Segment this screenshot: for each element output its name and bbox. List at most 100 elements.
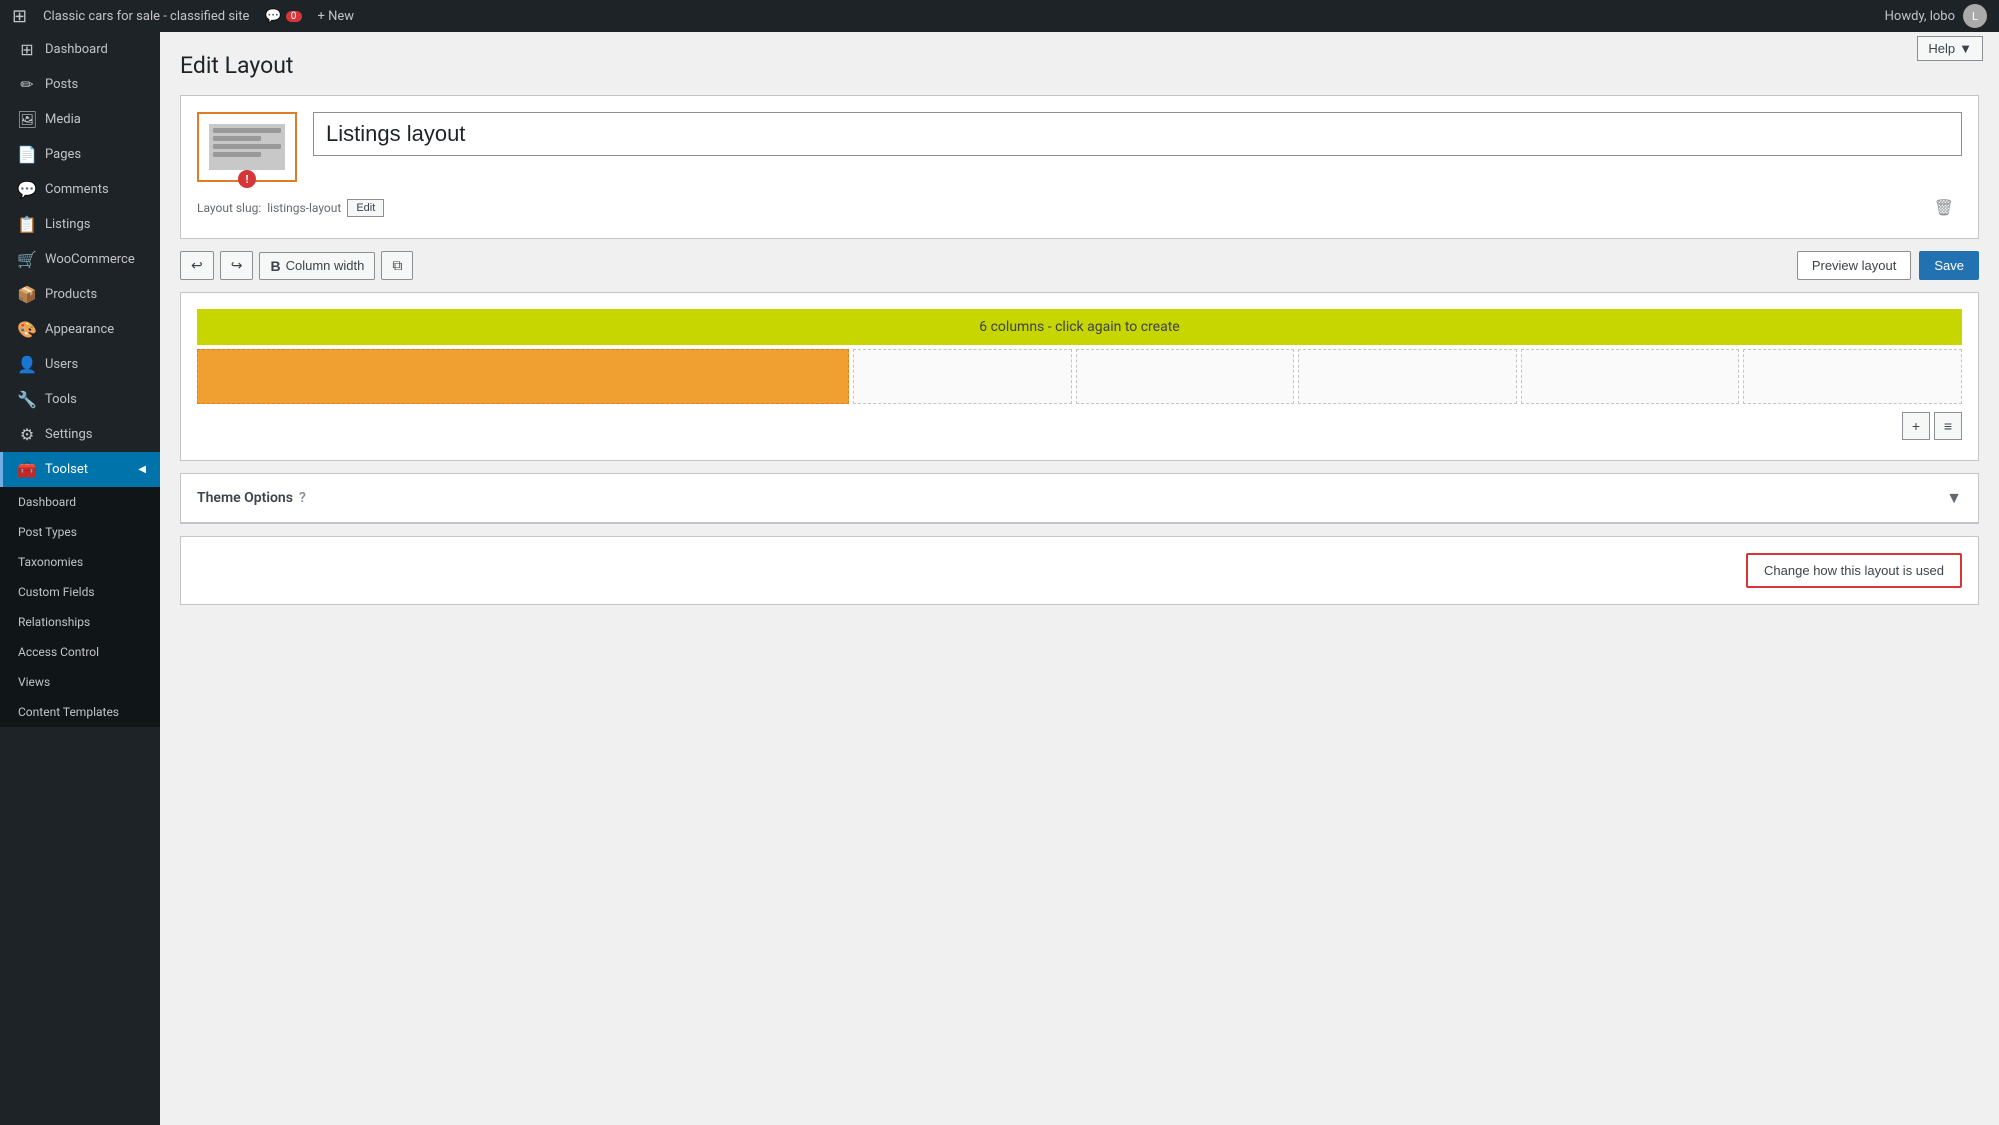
- sidebar-item-pages[interactable]: 📄 Pages: [0, 137, 160, 172]
- toolset-arrow-icon: ◀: [138, 464, 146, 475]
- toolset-submenu: Dashboard Post Types Taxonomies Custom F…: [0, 487, 160, 727]
- grid-list-button[interactable]: ≡: [1934, 412, 1962, 440]
- redo-button[interactable]: ↪: [220, 251, 254, 280]
- listings-icon: 📋: [17, 215, 37, 234]
- slug-info: Layout slug: listings-layout Edit: [197, 199, 384, 217]
- grid-col-3[interactable]: [1076, 349, 1295, 404]
- copy-button[interactable]: ⧉: [381, 251, 413, 280]
- help-label: Help: [1928, 41, 1955, 56]
- products-icon: 📦: [17, 285, 37, 304]
- site-link[interactable]: Classic cars for sale - classified site: [43, 9, 249, 24]
- sidebar-item-woocommerce[interactable]: 🛒 WooCommerce: [0, 242, 160, 277]
- comments-link[interactable]: 💬 0: [265, 9, 301, 24]
- grid-add-button[interactable]: +: [1902, 412, 1930, 440]
- undo-button[interactable]: ↩: [180, 251, 214, 280]
- sidebar-item-custom-fields[interactable]: Custom Fields: [0, 577, 160, 607]
- toolset-icon: 🧰: [17, 460, 37, 479]
- submenu-item-label: Views: [18, 675, 50, 689]
- sidebar-item-label: Media: [45, 112, 81, 127]
- submenu-item-label: Access Control: [18, 645, 99, 659]
- grid-col-5[interactable]: [1521, 349, 1740, 404]
- pages-icon: 📄: [17, 145, 37, 164]
- grid-col-4[interactable]: [1298, 349, 1517, 404]
- sidebar-item-views[interactable]: Views: [0, 667, 160, 697]
- sidebar-item-toolset[interactable]: 🧰 Toolset ◀: [0, 452, 160, 487]
- dashboard-icon: ⊞: [17, 40, 37, 59]
- sidebar-item-label: Users: [45, 357, 78, 372]
- sidebar-item-dashboard[interactable]: ⊞ Dashboard: [0, 32, 160, 67]
- submenu-item-label: Relationships: [18, 615, 90, 629]
- sidebar-item-products[interactable]: 📦 Products: [0, 277, 160, 312]
- sidebar-item-label: Listings: [45, 217, 90, 232]
- layout-name-input[interactable]: [313, 112, 1962, 156]
- submenu-item-label: Custom Fields: [18, 585, 95, 599]
- layout-thumbnail[interactable]: !: [197, 112, 297, 182]
- posts-icon: ✏: [17, 75, 37, 94]
- column-width-button[interactable]: B Column width: [259, 252, 375, 280]
- thumb-line-3: [213, 144, 282, 149]
- grid-area: 6 columns - click again to create + ≡: [180, 292, 1979, 461]
- appearance-icon: 🎨: [17, 320, 37, 339]
- grid-col-2[interactable]: [853, 349, 1072, 404]
- grid-row: 6 columns - click again to create + ≡: [197, 309, 1962, 444]
- theme-options-panel: Theme Options ? ▼: [180, 473, 1979, 524]
- sidebar-item-users[interactable]: 👤 Users: [0, 347, 160, 382]
- slug-label: Layout slug:: [197, 201, 261, 215]
- users-icon: 👤: [17, 355, 37, 374]
- sidebar-item-post-types[interactable]: Post Types: [0, 517, 160, 547]
- sidebar-item-settings[interactable]: ⚙ Settings: [0, 417, 160, 452]
- theme-options-header[interactable]: Theme Options ? ▼: [181, 474, 1978, 523]
- theme-options-info-icon: ?: [299, 490, 306, 506]
- sidebar-item-label: Tools: [45, 392, 77, 407]
- wp-logo-icon[interactable]: ⊞: [12, 6, 27, 27]
- sidebar-item-appearance[interactable]: 🎨 Appearance: [0, 312, 160, 347]
- sidebar-item-taxonomies[interactable]: Taxonomies: [0, 547, 160, 577]
- sidebar-item-access-control[interactable]: Access Control: [0, 637, 160, 667]
- new-content-link[interactable]: + New: [318, 9, 355, 24]
- sidebar-item-tools[interactable]: 🔧 Tools: [0, 382, 160, 417]
- comments-badge: 0: [286, 11, 302, 22]
- column-width-icon: B: [270, 258, 280, 274]
- submenu-item-label: Post Types: [18, 525, 77, 539]
- sidebar-item-label: Products: [45, 287, 97, 302]
- comments-icon: 💬: [17, 180, 37, 199]
- sidebar-item-label: Dashboard: [45, 42, 108, 57]
- undo-icon: ↩: [191, 257, 203, 274]
- change-layout-button[interactable]: Change how this layout is used: [1746, 553, 1962, 588]
- delete-layout-button[interactable]: 🗑: [1926, 194, 1962, 222]
- sidebar-item-label: Toolset: [45, 462, 88, 477]
- comments-icon: 💬: [265, 9, 281, 24]
- sidebar-item-comments[interactable]: 💬 Comments: [0, 172, 160, 207]
- sidebar-item-media[interactable]: 🖼 Media: [0, 102, 160, 137]
- help-button[interactable]: Help ▼: [1917, 36, 1983, 61]
- sidebar-item-content-templates[interactable]: Content Templates: [0, 697, 160, 727]
- grid-col-6[interactable]: [1743, 349, 1962, 404]
- column-width-label: Column width: [286, 258, 365, 273]
- thumbnail-preview: [209, 124, 286, 170]
- grid-header-bar[interactable]: 6 columns - click again to create: [197, 309, 1962, 345]
- grid-actions: + ≡: [197, 408, 1962, 444]
- sidebar-item-toolset-dashboard[interactable]: Dashboard: [0, 487, 160, 517]
- content-area: Edit Layout ! Layout sl: [160, 32, 1999, 1125]
- tools-icon: 🔧: [17, 390, 37, 409]
- media-icon: 🖼: [17, 110, 37, 129]
- sidebar-item-label: WooCommerce: [45, 252, 135, 267]
- submenu-item-label: Content Templates: [18, 705, 119, 719]
- submenu-item-label: Dashboard: [18, 495, 76, 509]
- sidebar-item-relationships[interactable]: Relationships: [0, 607, 160, 637]
- avatar: L: [1963, 4, 1987, 28]
- thumb-line-2: [213, 136, 261, 141]
- delete-icon: 🗑: [1934, 200, 1954, 217]
- help-chevron-icon: ▼: [1959, 41, 1972, 56]
- sidebar-item-listings[interactable]: 📋 Listings: [0, 207, 160, 242]
- preview-layout-button[interactable]: Preview layout: [1797, 251, 1912, 280]
- save-button[interactable]: Save: [1919, 251, 1979, 280]
- theme-options-label: Theme Options: [197, 490, 293, 506]
- sidebar-item-label: Appearance: [45, 322, 114, 337]
- slug-edit-button[interactable]: Edit: [347, 199, 384, 217]
- sidebar-item-posts[interactable]: ✏ Posts: [0, 67, 160, 102]
- redo-icon: ↪: [231, 257, 243, 274]
- grid-col-1[interactable]: [197, 349, 849, 404]
- sidebar-item-label: Posts: [45, 77, 78, 92]
- howdy-text: Howdy, lobo: [1885, 9, 1955, 24]
